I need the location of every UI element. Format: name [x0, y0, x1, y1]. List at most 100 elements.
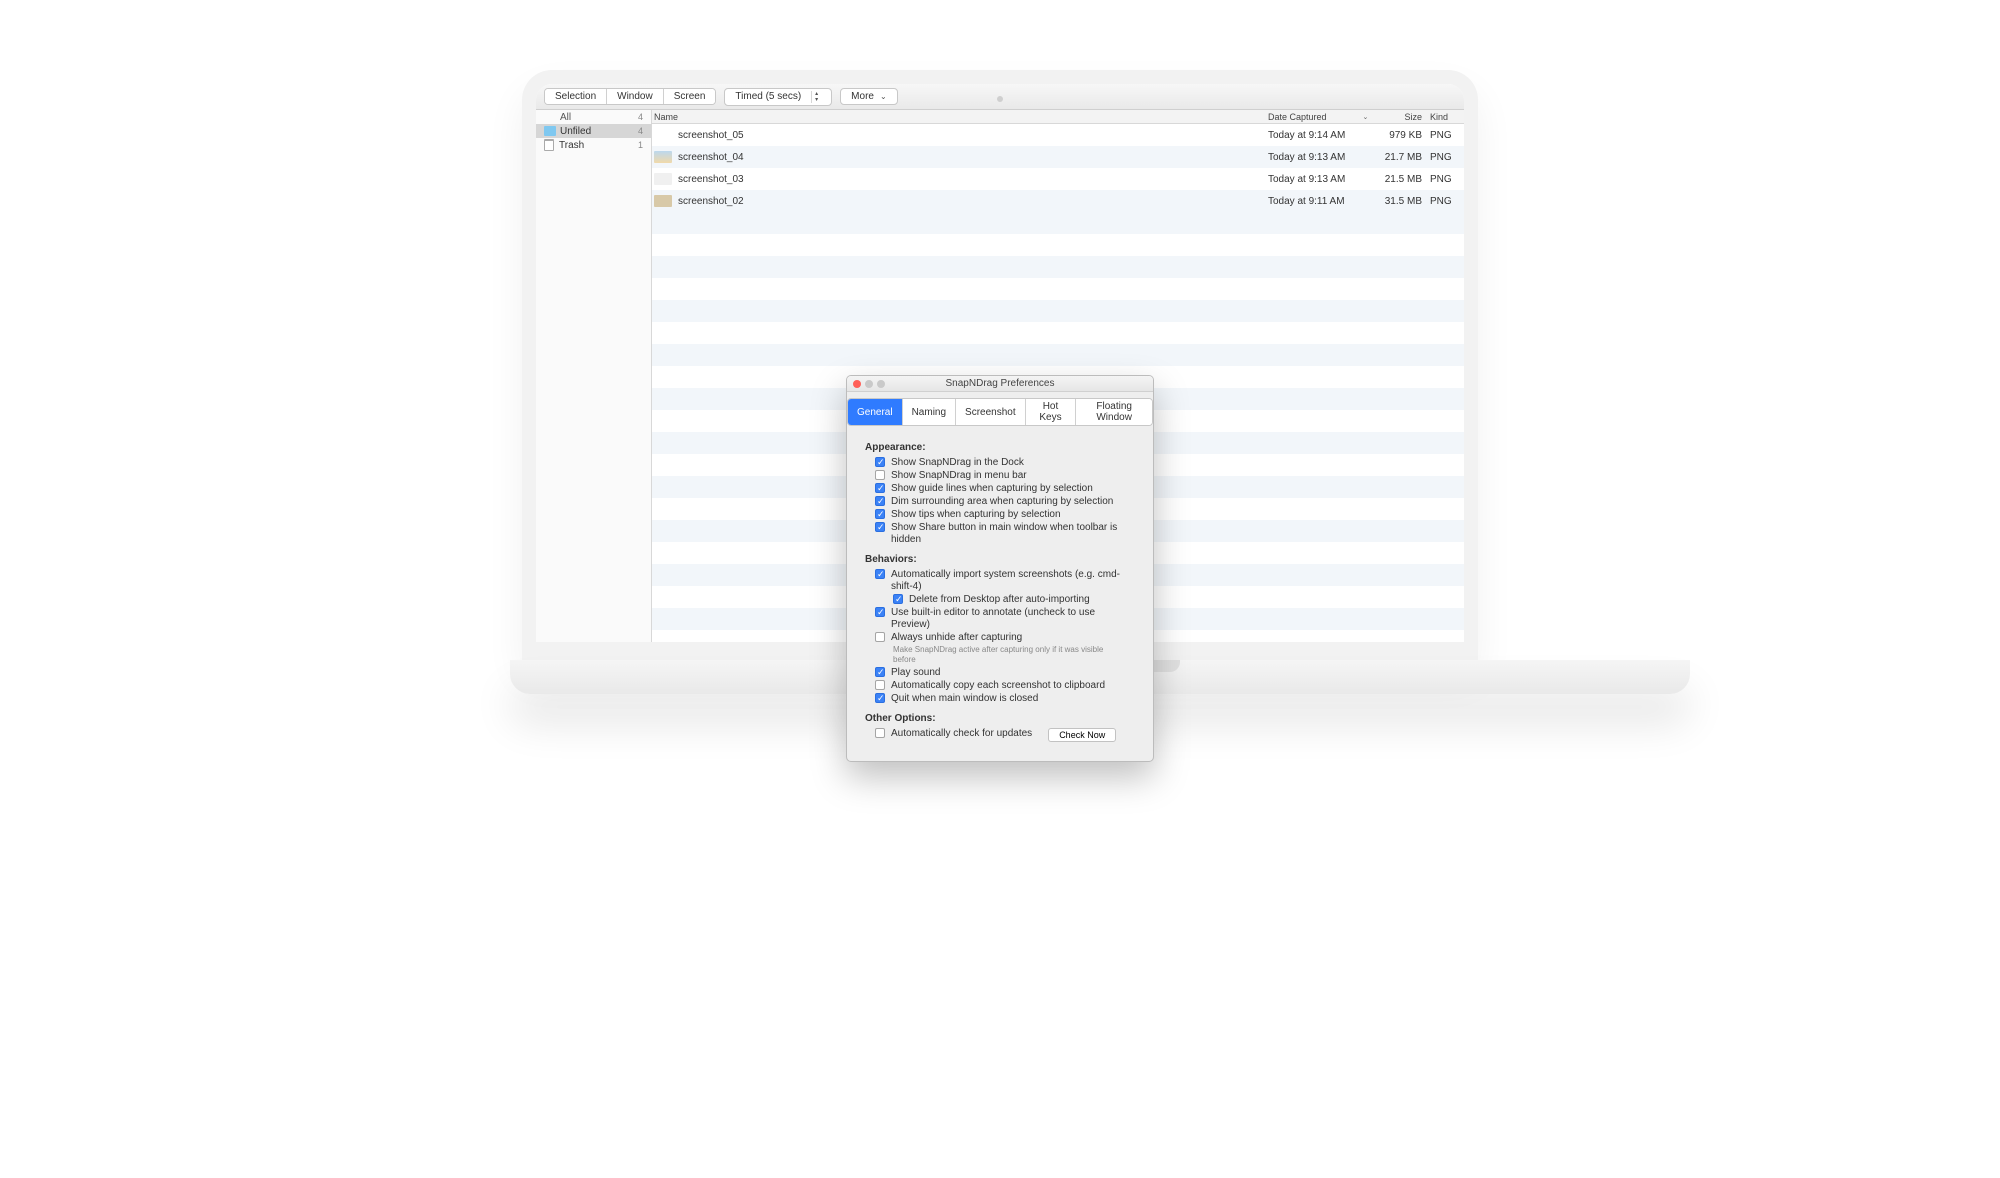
checkbox[interactable] — [875, 680, 885, 690]
pref-option-label: Quit when main window is closed — [891, 693, 1038, 705]
sidebar-all-label: All — [560, 112, 571, 123]
file-date: Today at 9:13 AM — [1268, 174, 1370, 185]
checkbox[interactable] — [875, 483, 885, 493]
checkbox[interactable] — [875, 569, 885, 579]
folder-icon — [544, 126, 556, 136]
file-date: Today at 9:11 AM — [1268, 196, 1370, 207]
file-size: 31.5 MB — [1370, 196, 1430, 207]
pref-option-label: Play sound — [891, 667, 940, 679]
pref-option-label: Show guide lines when capturing by selec… — [891, 483, 1093, 495]
pref-option: Automatically import system screenshots … — [875, 569, 1125, 593]
file-kind: PNG — [1430, 152, 1464, 163]
prefs-tabs: GeneralNamingScreenshotHot KeysFloating … — [847, 392, 1153, 430]
timed-stepper[interactable]: ▴ ▾ — [811, 91, 821, 103]
col-size[interactable]: Size — [1370, 112, 1430, 122]
table-row[interactable]: screenshot_05Today at 9:14 AM979 KBPNG — [652, 124, 1464, 146]
prefs-tab-hot-keys[interactable]: Hot Keys — [1025, 399, 1076, 425]
checkbox[interactable] — [875, 522, 885, 532]
camera-dot — [997, 96, 1003, 102]
file-size: 21.5 MB — [1370, 174, 1430, 185]
timed-capture-label: Timed (5 secs) — [735, 91, 801, 102]
sidebar-trash-count: 1 — [638, 140, 643, 150]
file-thumbnail — [654, 195, 672, 207]
section-appearance-title: Appearance: — [865, 442, 1125, 453]
pref-option: Delete from Desktop after auto-importing — [893, 594, 1125, 606]
checkbox[interactable] — [893, 594, 903, 604]
capture-mode-selection[interactable]: Selection — [545, 89, 606, 104]
checkbox[interactable] — [875, 470, 885, 480]
pref-option-label: Show tips when capturing by selection — [891, 509, 1061, 521]
checkbox[interactable] — [875, 693, 885, 703]
preferences-dialog: SnapNDrag Preferences GeneralNamingScree… — [846, 375, 1154, 762]
section-other: Automatically check for updatesCheck Now — [875, 728, 1125, 742]
capture-mode-screen[interactable]: Screen — [663, 89, 716, 104]
pref-option-hint: Make SnapNDrag active after capturing on… — [893, 645, 1125, 665]
section-other-title: Other Options: — [865, 713, 1125, 724]
prefs-tab-screenshot[interactable]: Screenshot — [955, 399, 1025, 425]
pref-option: Show Share button in main window when to… — [875, 522, 1125, 546]
prefs-tab-general[interactable]: General — [848, 399, 902, 425]
sidebar-all-count: 4 — [638, 112, 643, 122]
prefs-title: SnapNDrag Preferences — [946, 378, 1055, 389]
pref-option: Play sound — [875, 667, 1125, 679]
checkbox[interactable] — [875, 509, 885, 519]
checkbox[interactable] — [875, 457, 885, 467]
file-kind: PNG — [1430, 174, 1464, 185]
prefs-titlebar[interactable]: SnapNDrag Preferences — [847, 376, 1153, 392]
file-kind: PNG — [1430, 196, 1464, 207]
sidebar-unfiled-label: Unfiled — [560, 126, 591, 137]
pref-option-label: Show SnapNDrag in the Dock — [891, 457, 1024, 469]
file-date: Today at 9:14 AM — [1268, 130, 1370, 141]
file-size: 21.7 MB — [1370, 152, 1430, 163]
file-kind: PNG — [1430, 130, 1464, 141]
prefs-tab-segmented[interactable]: GeneralNamingScreenshotHot KeysFloating … — [847, 398, 1153, 426]
file-name: screenshot_04 — [678, 152, 1268, 163]
sidebar-item-trash[interactable]: Trash 1 — [536, 138, 651, 152]
capture-mode-window[interactable]: Window — [606, 89, 663, 104]
pref-option: Show SnapNDrag in the Dock — [875, 457, 1125, 469]
stepper-down-icon[interactable]: ▾ — [812, 97, 821, 103]
sidebar: All 4 Unfiled 4 Trash — [536, 110, 652, 642]
file-name: screenshot_03 — [678, 174, 1268, 185]
file-size: 979 KB — [1370, 130, 1430, 141]
col-date[interactable]: Date Captured ⌄ — [1268, 112, 1370, 122]
checkbox[interactable] — [875, 728, 885, 738]
sidebar-trash-label: Trash — [559, 140, 584, 151]
sidebar-unfiled-count: 4 — [638, 126, 643, 136]
pref-option: Automatically copy each screenshot to cl… — [875, 680, 1125, 692]
checkbox[interactable] — [875, 667, 885, 677]
pref-option-label: Show Share button in main window when to… — [891, 522, 1125, 546]
pref-option-label: Use built-in editor to annotate (uncheck… — [891, 607, 1125, 631]
prefs-tab-floating-window[interactable]: Floating Window — [1075, 399, 1152, 425]
close-icon[interactable] — [853, 380, 861, 388]
col-kind[interactable]: Kind — [1430, 112, 1464, 122]
pref-option: Show tips when capturing by selection — [875, 509, 1125, 521]
checkbox[interactable] — [875, 496, 885, 506]
pref-option: Use built-in editor to annotate (uncheck… — [875, 607, 1125, 631]
pref-option-label: Delete from Desktop after auto-importing — [909, 594, 1090, 606]
prefs-tab-naming[interactable]: Naming — [902, 399, 955, 425]
pref-option-label: Always unhide after capturing — [891, 632, 1022, 644]
checkbox[interactable] — [875, 632, 885, 642]
window-controls — [853, 380, 885, 388]
pref-option: Show SnapNDrag in menu bar — [875, 470, 1125, 482]
trash-icon — [544, 140, 554, 151]
sidebar-item-unfiled[interactable]: Unfiled 4 — [536, 124, 651, 138]
minimize-icon[interactable] — [865, 380, 873, 388]
file-thumbnail — [654, 129, 672, 141]
file-date: Today at 9:13 AM — [1268, 152, 1370, 163]
col-name[interactable]: Name — [652, 112, 1268, 122]
timed-capture-button[interactable]: Timed (5 secs) ▴ ▾ — [724, 88, 832, 106]
more-menu-button[interactable]: More ⌄ — [840, 88, 898, 105]
sidebar-item-all[interactable]: All 4 — [536, 110, 651, 124]
sort-desc-icon: ⌄ — [1363, 113, 1369, 121]
table-row[interactable]: screenshot_03Today at 9:13 AM21.5 MBPNG — [652, 168, 1464, 190]
table-row[interactable]: screenshot_02Today at 9:11 AM31.5 MBPNG — [652, 190, 1464, 212]
file-thumbnail — [654, 173, 672, 185]
zoom-icon[interactable] — [877, 380, 885, 388]
pref-option: Dim surrounding area when capturing by s… — [875, 496, 1125, 508]
capture-mode-segmented[interactable]: Selection Window Screen — [544, 88, 716, 105]
checkbox[interactable] — [875, 607, 885, 617]
table-row[interactable]: screenshot_04Today at 9:13 AM21.7 MBPNG — [652, 146, 1464, 168]
check-now-button[interactable]: Check Now — [1048, 728, 1116, 742]
